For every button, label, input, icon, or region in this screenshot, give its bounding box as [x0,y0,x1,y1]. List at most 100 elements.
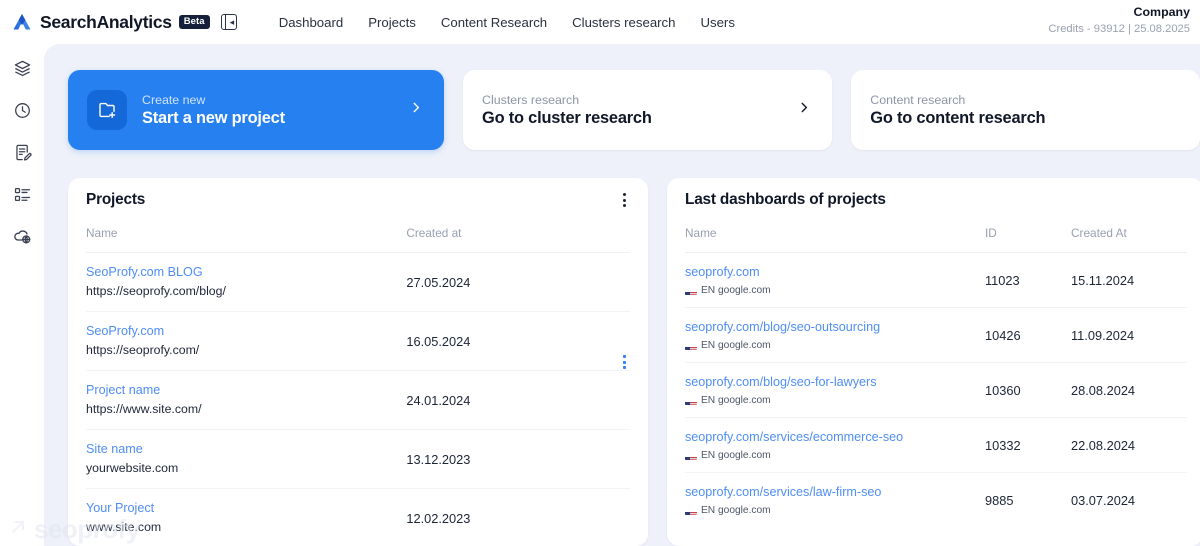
column-header-id: ID [985,222,1071,253]
dashboard-link[interactable]: seoprofy.com [685,264,985,281]
table-row: seoprofy.com/blog/seo-outsourcing EN goo… [685,307,1187,363]
card-title: Go to cluster research [482,108,652,127]
cell-actions [586,355,630,546]
kebab-menu-icon[interactable] [616,191,632,209]
column-header-created-at: Created At [1071,222,1187,253]
card-start-new-project[interactable]: Create new Start a new project [68,70,445,150]
locale-text: EN google.com [701,395,771,406]
nav-item-clusters-research[interactable]: Clusters research [572,15,675,30]
card-eyebrow: Create new [142,92,206,107]
card-eyebrow: Content research [870,92,966,107]
cell-actions [585,355,630,430]
row-kebab-menu-icon[interactable] [616,353,632,371]
cell-dashboard-name: seoprofy.com/services/law-firm-seo EN go… [685,473,985,528]
cell-project-name: SeoProfy.com https://seoprofy.com/ [86,311,407,371]
dashboard-link[interactable]: seoprofy.com/blog/seo-for-lawyers [685,374,985,391]
projects-panel: Projects Name Created at SeoProfy.com BL… [68,178,648,546]
sidebar-item-layers[interactable] [10,56,34,80]
table-row: seoprofy.com/services/law-firm-seo EN go… [685,473,1187,528]
clock-history-icon [13,101,32,120]
nav-item-users[interactable]: Users [700,15,734,30]
beta-badge: Beta [178,14,210,30]
cell-created-at: 22.08.2024 [1071,417,1187,473]
top-navigation: Dashboard Projects Content Research Clus… [279,15,735,30]
credits-line: Credits - 93912 | 25.08.2025 [1048,23,1190,35]
projects-panel-header: Projects [68,178,648,222]
cell-actions [585,355,630,489]
brand-name: SearchAnalytics [40,11,172,32]
project-url: https://seoprofy.com/blog/ [86,284,226,298]
column-header-name: Name [86,222,407,253]
card-content-research[interactable]: Content research Go to content research [851,70,1200,150]
cell-dashboard-id: 11023 [985,252,1071,308]
sidebar-item-tasks[interactable] [10,182,34,206]
cell-dashboard-name: seoprofy.com/services/ecommerce-seo EN g… [685,417,985,473]
locale-line: EN google.com [685,285,985,296]
nav-item-projects[interactable]: Projects [368,15,416,30]
cell-dashboard-name: seoprofy.com/blog/seo-outsourcing EN goo… [685,307,985,363]
top-bar: SearchAnalytics Beta Dashboard Projects … [0,0,1200,44]
us-flag-icon [685,397,697,405]
project-link[interactable]: SeoProfy.com [86,323,406,340]
us-flag-icon [685,342,697,350]
project-link[interactable]: Your Project [86,500,406,517]
cell-project-name: Project name https://www.site.com/ [86,370,407,430]
cell-created-at: 27.05.2024 [406,252,586,312]
sidebar-item-content-editor[interactable] [10,140,34,164]
us-flag-icon [685,287,697,295]
card-cluster-research[interactable]: Clusters research Go to cluster research [463,70,833,150]
dashboard-link[interactable]: seoprofy.com/blog/seo-outsourcing [685,319,985,336]
column-header-actions [585,222,630,253]
projects-table: Name Created at SeoProfy.com BLOG https:… [86,222,630,546]
project-url: https://www.site.com/ [86,402,202,416]
project-link[interactable]: Site name [86,441,406,458]
cloud-globe-icon [12,226,32,246]
project-url: www.site.com [86,520,162,534]
cell-actions [585,252,630,369]
left-sidebar [0,44,44,546]
locale-line: EN google.com [685,450,985,461]
dashboard-link[interactable]: seoprofy.com/services/law-firm-seo [685,484,985,501]
table-row: seoprofy.com/blog/seo-for-lawyers EN goo… [685,362,1187,418]
panel-collapse-icon[interactable] [220,14,237,30]
sidebar-item-history[interactable] [10,98,34,122]
project-link[interactable]: SeoProfy.com BLOG [86,264,406,281]
table-header-row: Name ID Created At [685,222,1187,253]
nav-item-content-research[interactable]: Content Research [441,15,547,30]
document-edit-icon [13,143,32,162]
cell-created-at: 03.07.2024 [1071,492,1136,508]
nav-item-dashboard[interactable]: Dashboard [279,15,344,30]
dashboards-table: Name ID Created At seoprofy.com EN googl… [685,222,1187,527]
brand[interactable]: SearchAnalytics Beta [0,11,237,33]
cell-dashboard-name: seoprofy.com EN google.com [685,252,985,308]
cell-created-at: 13.12.2023 [406,429,586,489]
cell-dashboard-id: 9885 [985,492,1014,508]
locale-line: EN google.com [685,505,985,516]
cell-project-name: Your Project www.site.com [86,489,406,546]
cell-dashboard-name: seoprofy.com/blog/seo-for-lawyers EN goo… [685,362,985,418]
dashboards-panel-header: Last dashboards of projects [667,178,1200,222]
cell-created-at: 11.09.2024 [1071,307,1187,363]
content-surface: Create new Start a new project Clusters … [44,44,1200,546]
cell-dashboard-id: 10332 [985,417,1071,473]
locale-text: EN google.com [701,285,771,296]
layers-icon [13,59,32,78]
cell-dashboard-id: 10426 [985,307,1071,363]
us-flag-icon [685,452,697,460]
card-eyebrow: Clusters research [482,92,580,107]
cell-project-name: SeoProfy.com BLOG https://seoprofy.com/b… [86,252,407,312]
card-title: Go to content research [870,108,1046,127]
project-link[interactable]: Project name [86,382,406,399]
dashboard-link[interactable]: seoprofy.com/services/ecommerce-seo [685,429,985,446]
folder-plus-icon [87,90,127,130]
cell-project-name: Site name yourwebsite.com [86,429,407,489]
table-row: seoprofy.com EN google.com 11023 15.11.2… [685,252,1187,308]
chevron-right-icon [409,101,423,120]
dashboards-table-wrap: Name ID Created At seoprofy.com EN googl… [667,222,1200,527]
task-list-icon [13,185,32,204]
us-flag-icon [685,507,697,515]
sidebar-item-cloud-serp[interactable] [10,224,34,248]
panels-row: Projects Name Created at SeoProfy.com BL… [68,178,1200,546]
table-header-row: Name Created at [86,222,630,253]
locale-line: EN google.com [685,340,985,351]
